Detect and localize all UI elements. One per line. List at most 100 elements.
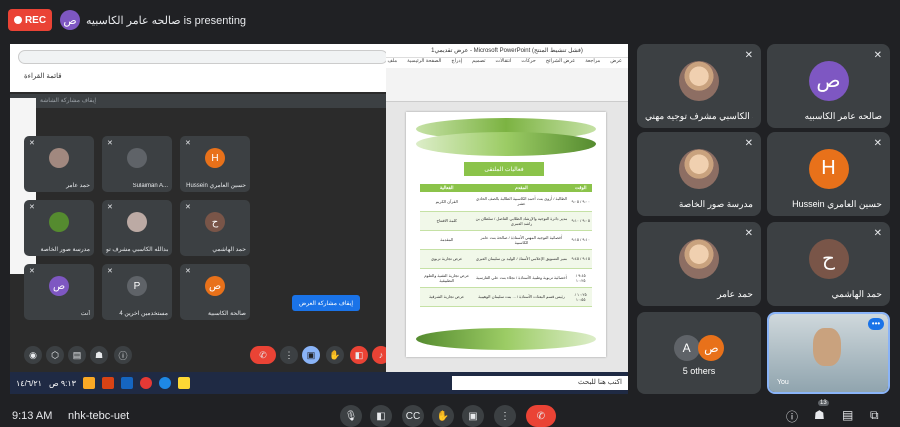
nested-participant-tile: مدرسة صور الخاصة ✕ bbox=[24, 200, 94, 256]
nested-participant-tile: Sulaiman A... ✕ bbox=[102, 136, 172, 192]
mic-off-icon: ✕ bbox=[185, 268, 191, 275]
participant-tile[interactable]: حمد عامر ✕ bbox=[637, 222, 761, 306]
agenda-table: الفعالية المقدم الوقت القرآن الكريم الطالبة… bbox=[420, 184, 592, 307]
more-vert-icon: ⋮ bbox=[500, 410, 510, 422]
agenda-cell: ٩:٠٠ / ٩:٠٥ bbox=[569, 192, 592, 212]
more-options-button[interactable]: ⋮ bbox=[494, 405, 516, 427]
meeting-code[interactable]: nhk-tebc-uet bbox=[68, 410, 129, 422]
meeting-details-button[interactable]: ⓘ bbox=[786, 408, 798, 425]
participant-tile[interactable]: You ••• bbox=[767, 312, 890, 394]
agenda-cell: ٩:١٠ / ٩:١٥ bbox=[569, 230, 592, 250]
captions-button[interactable]: CC bbox=[402, 405, 424, 427]
presenter-avatar: ص bbox=[60, 10, 80, 30]
agenda-cell: المقدمة bbox=[420, 230, 474, 250]
mic-off-icon: ✕ bbox=[185, 204, 191, 211]
participants-count: 13 bbox=[818, 400, 829, 406]
nested-tile-name: عبدالله الكاسبي مشرف تو... bbox=[106, 247, 168, 253]
agenda-cell: ٩:١٥ / ٩:٤٥ bbox=[569, 249, 592, 269]
participant-tile[interactable]: ص صالحه عامر الكاسبيه ✕ bbox=[767, 44, 890, 128]
shared-screen: قائمة القراءة إيقاف مشاركة الشاشة إيقاف … bbox=[10, 44, 628, 394]
participant-tile[interactable]: مدرسة صور الخاصة ✕ bbox=[637, 132, 761, 216]
agenda-cell: مدير دائرة التوجيه والإرشاد الطلابي الفا… bbox=[473, 211, 570, 231]
ppt-tab: الصفحة الرئيسية bbox=[407, 58, 442, 64]
participant-photo bbox=[679, 238, 719, 279]
leave-call-button[interactable]: ✆ bbox=[526, 405, 556, 427]
agenda-cell: ٩:٤٥ / ١٠:٢٥ bbox=[569, 268, 592, 288]
details-icon: ⓘ bbox=[114, 346, 132, 364]
hand-icon: ✋ bbox=[436, 410, 450, 422]
self-view-face bbox=[812, 328, 841, 366]
nested-tile-name: أنت bbox=[80, 311, 90, 317]
agenda-header: الفعالية bbox=[420, 184, 474, 192]
others-avatar-b: ص bbox=[698, 335, 725, 362]
nested-tile-name: Hussein حسين العامري bbox=[186, 183, 246, 189]
raise-hand-button[interactable]: ✋ bbox=[432, 405, 454, 427]
mic-off-icon: ✕ bbox=[744, 50, 753, 61]
nested-participant-tile: عبدالله الكاسبي مشرف تو... ✕ bbox=[102, 200, 172, 256]
participant-avatar: H bbox=[808, 148, 849, 189]
people-button[interactable]: ☗ 13 bbox=[814, 400, 829, 422]
nested-tile-name: مدرسة صور الخاصة bbox=[40, 247, 90, 253]
agenda-cell: الطالبة / أروى بنت أحمد الكاسبية الطالبة… bbox=[473, 192, 570, 212]
mic-icon: 🎙 bbox=[344, 410, 358, 422]
nested-avatar bbox=[49, 148, 69, 169]
participant-name: 5 others bbox=[682, 366, 716, 376]
participant-name: عبدالله الكاسبي مشرف توجيه مهني bbox=[645, 111, 753, 121]
taskbar-powerpoint-icon bbox=[101, 377, 114, 389]
ppt-tab: ملف bbox=[387, 58, 398, 64]
activities-icon: ⧉ bbox=[870, 408, 879, 422]
agenda-row: عرض تجاربة تربوي منير التسويق الإعلامي ال… bbox=[420, 249, 592, 269]
slide-header-swoosh-2 bbox=[416, 132, 596, 156]
info-icon: ⓘ bbox=[786, 410, 799, 424]
participant-avatar: ص bbox=[808, 60, 849, 101]
participant-tile[interactable]: عبدالله الكاسبي مشرف توجيه مهني ✕ bbox=[637, 44, 761, 128]
nested-participant-tile: ح حمد الهاشمي ✕ bbox=[180, 200, 250, 256]
activities-button[interactable]: ⧉ bbox=[870, 408, 879, 423]
mic-off-icon: ✕ bbox=[29, 204, 35, 211]
mic-off-icon: ✕ bbox=[873, 138, 882, 149]
more-options-icon[interactable]: ••• bbox=[868, 318, 884, 330]
ppt-tab: عرض الشرائح bbox=[545, 58, 576, 64]
nested-avatar: ص bbox=[205, 276, 225, 297]
participant-tile[interactable]: ح حمد الهاشمي ✕ bbox=[767, 222, 890, 306]
recording-indicator[interactable]: REC bbox=[8, 9, 52, 31]
captions-icon: CC bbox=[405, 410, 421, 422]
nested-avatar: H bbox=[205, 148, 225, 169]
slide: فعاليات الملتقى الفعالية المقدم الوقت القر… bbox=[406, 112, 606, 357]
agenda-cell: أخصائية تربوية وطبية الأستاذة / نجلاء بن… bbox=[473, 268, 570, 288]
share-strip: إيقاف مشاركة الشاشة bbox=[10, 94, 386, 108]
participant-tile[interactable]: H Hussein حسين العامري ✕ bbox=[767, 132, 890, 216]
agenda-header: المقدم bbox=[473, 184, 570, 192]
chat-button[interactable]: ▤ bbox=[842, 408, 853, 422]
participant-tile[interactable]: Aص 5 others bbox=[637, 312, 761, 394]
agenda-row: كلمة الافتتاح مدير دائرة التوجيه والإرشاد… bbox=[420, 211, 592, 231]
clock: 9:13 AM bbox=[12, 410, 53, 422]
nested-avatar: P bbox=[127, 276, 147, 297]
agenda-cell: كلمة الافتتاح bbox=[420, 211, 474, 231]
participant-photo bbox=[679, 60, 719, 101]
nested-participant-tile: P 4 مستخدمين آخرين ✕ bbox=[102, 264, 172, 320]
participant-name: Hussein حسين العامري bbox=[792, 199, 882, 209]
participant-name: You bbox=[777, 379, 789, 386]
slide-footer-swoosh bbox=[416, 328, 596, 350]
address-bar bbox=[18, 50, 388, 64]
agenda-cell: عرض تجاربة الشرقية bbox=[420, 287, 474, 307]
ppt-tab: تصميم bbox=[472, 58, 486, 64]
agenda-cell: عرض تجاربة التقنية والعلوم التطبيقية bbox=[420, 268, 474, 288]
presenting-text: صالحه عامر الكاسبيه is presenting bbox=[86, 14, 247, 27]
mic-off-icon: ✕ bbox=[185, 140, 191, 147]
agenda-row: القرآن الكريم الطالبة / أروى بنت أحمد الك… bbox=[420, 192, 592, 212]
mic-off-icon: ✕ bbox=[107, 204, 113, 211]
camera-button[interactable]: ◧ bbox=[370, 405, 392, 427]
mic-button[interactable]: 🎙 bbox=[340, 405, 362, 427]
mic-off-icon: ✕ bbox=[107, 140, 113, 147]
ppt-tab: حركات bbox=[521, 58, 536, 64]
nested-participant-tile: H Hussein حسين العامري ✕ bbox=[180, 136, 250, 192]
present-button[interactable]: ▣ bbox=[462, 405, 484, 427]
nested-participant-tile: حمد عامر ✕ bbox=[24, 136, 94, 192]
leave-call-icon: ✆ bbox=[250, 346, 276, 364]
nested-avatar bbox=[127, 148, 147, 169]
agenda-cell: ١٠:٢٥ / ١٠:٥٥ bbox=[569, 287, 592, 307]
others-avatar-a: A bbox=[673, 335, 700, 362]
more-icon: ⋮ bbox=[280, 346, 298, 364]
